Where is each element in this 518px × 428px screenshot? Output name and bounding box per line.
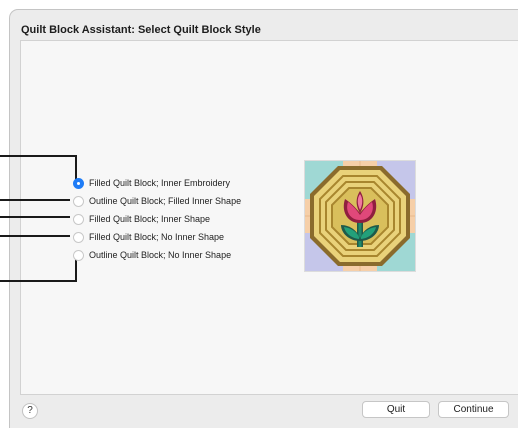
callout-line-3: [0, 216, 70, 218]
style-option-filled-inner-embroidery[interactable]: Filled Quilt Block; Inner Embroidery: [73, 176, 230, 190]
style-option-label: Filled Quilt Block; Inner Shape: [89, 214, 211, 224]
callout-line-1-horizontal: [0, 155, 77, 157]
style-option-label: Filled Quilt Block; Inner Embroidery: [89, 178, 231, 188]
style-option-filled-inner-shape[interactable]: Filled Quilt Block; Inner Shape: [73, 212, 210, 226]
quilt-block-tulip-icon: [305, 161, 415, 271]
radio-button[interactable]: [73, 249, 84, 261]
style-option-filled-no-inner-shape[interactable]: Filled Quilt Block; No Inner Shape: [73, 230, 224, 244]
quilt-block-preview: [304, 160, 416, 272]
quit-button[interactable]: Quit: [362, 401, 430, 418]
callout-line-5-horizontal: [0, 280, 77, 282]
callout-line-2: [0, 199, 70, 201]
style-option-label: Outline Quilt Block; No Inner Shape: [89, 250, 232, 260]
radio-button[interactable]: [73, 231, 84, 243]
radio-button[interactable]: [73, 213, 84, 225]
style-option-label: Filled Quilt Block; No Inner Shape: [89, 232, 225, 242]
window-title: Quilt Block Assistant: Select Quilt Bloc…: [21, 24, 261, 36]
continue-button[interactable]: Continue: [438, 401, 509, 418]
style-option-label: Outline Quilt Block; Filled Inner Shape: [89, 196, 242, 206]
help-button[interactable]: ?: [22, 403, 38, 419]
radio-button-selected[interactable]: [73, 177, 84, 189]
radio-button[interactable]: [73, 195, 84, 207]
callout-line-4: [0, 235, 70, 237]
style-option-outline-filled-inner-shape[interactable]: Outline Quilt Block; Filled Inner Shape: [73, 194, 241, 208]
style-option-outline-no-inner-shape[interactable]: Outline Quilt Block; No Inner Shape: [73, 248, 231, 262]
